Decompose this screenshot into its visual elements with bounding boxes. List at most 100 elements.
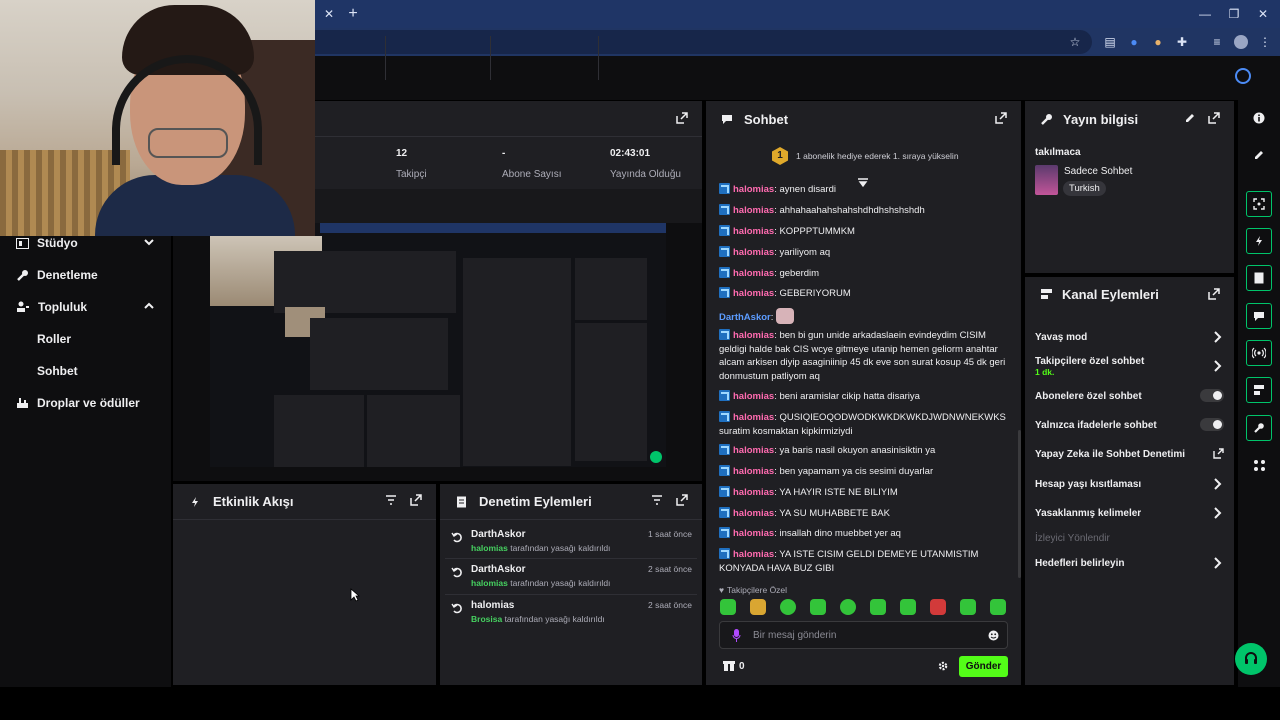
chevron-right-icon[interactable] bbox=[1212, 557, 1222, 569]
sidebar-item-roles[interactable]: Roller bbox=[37, 332, 71, 346]
emote-icon[interactable] bbox=[780, 599, 796, 615]
media-icon[interactable]: ≡ bbox=[1208, 33, 1226, 51]
chevron-up-icon[interactable] bbox=[143, 300, 155, 312]
log-target-name[interactable]: DarthAskor bbox=[471, 529, 525, 540]
sub-only-toggle[interactable] bbox=[1200, 389, 1224, 402]
popout-icon[interactable] bbox=[675, 111, 689, 125]
profile-avatar[interactable] bbox=[1232, 33, 1250, 51]
popout-icon[interactable] bbox=[675, 493, 689, 507]
emote-icon[interactable] bbox=[990, 599, 1006, 615]
rail-button-actions[interactable] bbox=[1246, 377, 1272, 403]
follower-only-row[interactable]: Takipçilere özel sohbet bbox=[1035, 356, 1144, 367]
rail-button-info[interactable] bbox=[1246, 415, 1272, 441]
extension-shield-icon[interactable]: ● bbox=[1125, 33, 1143, 51]
extension-icon[interactable]: ● bbox=[1149, 33, 1167, 51]
window-close-icon[interactable]: ✕ bbox=[1254, 5, 1272, 23]
popout-icon[interactable] bbox=[994, 111, 1008, 125]
category-name[interactable]: Sadece Sohbet bbox=[1064, 166, 1132, 177]
microphone-icon[interactable] bbox=[732, 629, 741, 642]
banned-words-row[interactable]: Yasaklanmış kelimeler bbox=[1035, 508, 1141, 519]
popout-icon[interactable] bbox=[409, 493, 423, 507]
emote-icon[interactable] bbox=[870, 599, 886, 615]
external-link-icon[interactable] bbox=[1213, 448, 1224, 459]
chat-username[interactable]: halomias bbox=[733, 226, 774, 237]
sidebar-item-drops[interactable]: Droplar ve ödüller bbox=[16, 396, 140, 410]
emote-icon[interactable] bbox=[840, 599, 856, 615]
chevron-right-icon[interactable] bbox=[1212, 331, 1222, 343]
browser-menu-icon[interactable]: ⋮ bbox=[1256, 33, 1274, 51]
rail-button-broadcast[interactable] bbox=[1246, 340, 1272, 366]
chat-username[interactable]: halomias bbox=[733, 205, 774, 216]
rail-button-activity[interactable] bbox=[1246, 228, 1272, 254]
emoji-icon[interactable] bbox=[988, 630, 999, 641]
emote-icon[interactable] bbox=[720, 599, 736, 615]
rail-button-capture[interactable] bbox=[1246, 191, 1272, 217]
chat-username[interactable]: halomias bbox=[733, 184, 774, 195]
emote-icon[interactable] bbox=[930, 599, 946, 615]
chat-input[interactable]: Bir mesaj gönderin bbox=[719, 621, 1008, 649]
translate-icon[interactable]: ▤ bbox=[1101, 33, 1119, 51]
popout-icon[interactable] bbox=[1207, 111, 1221, 125]
edit-pencil-icon[interactable] bbox=[1253, 149, 1265, 161]
minimize-icon[interactable]: — bbox=[1196, 5, 1214, 23]
rail-button-modlog[interactable] bbox=[1246, 265, 1272, 291]
chat-username[interactable]: halomias bbox=[733, 330, 774, 341]
chat-username[interactable]: halomias bbox=[733, 391, 774, 402]
log-actor-name[interactable]: halomias bbox=[471, 578, 508, 588]
extensions-puzzle-icon[interactable]: ✚ bbox=[1173, 33, 1191, 51]
sidebar-item-chat[interactable]: Sohbet bbox=[37, 364, 78, 378]
chevron-right-icon[interactable] bbox=[1212, 478, 1222, 490]
chevron-right-icon[interactable] bbox=[1212, 507, 1222, 519]
stream-tag[interactable]: Turkish bbox=[1063, 181, 1106, 196]
ai-moderation-row[interactable]: Yapay Zeka ile Sohbet Denetimi bbox=[1035, 449, 1185, 460]
sidebar-item-community[interactable]: Topluluk bbox=[16, 300, 87, 314]
category-thumbnail[interactable] bbox=[1035, 165, 1058, 195]
popout-icon[interactable] bbox=[1207, 287, 1221, 301]
log-target-name[interactable]: DarthAskor bbox=[471, 564, 525, 575]
filter-icon[interactable] bbox=[384, 493, 398, 507]
emote-icon[interactable] bbox=[960, 599, 976, 615]
account-age-row[interactable]: Hesap yaşı kısıtlaması bbox=[1035, 479, 1141, 490]
info-icon[interactable] bbox=[1253, 112, 1265, 124]
support-button[interactable] bbox=[1235, 643, 1267, 675]
new-tab-icon[interactable]: + bbox=[344, 5, 362, 23]
settings-gear-icon[interactable] bbox=[938, 661, 948, 671]
emote-icon[interactable] bbox=[900, 599, 916, 615]
chat-username[interactable]: halomias bbox=[733, 466, 774, 477]
chat-username[interactable]: halomias bbox=[733, 487, 774, 498]
emote-only-toggle[interactable] bbox=[1200, 418, 1224, 431]
chat-username[interactable]: halomias bbox=[733, 528, 774, 539]
chevron-right-icon[interactable] bbox=[1212, 360, 1222, 372]
chat-username[interactable]: halomias bbox=[733, 445, 774, 456]
chat-username[interactable]: DarthAskor bbox=[719, 312, 771, 323]
close-tab-icon[interactable]: ✕ bbox=[320, 5, 338, 23]
slow-mode-row[interactable]: Yavaş mod bbox=[1035, 332, 1087, 343]
chat-scrollbar[interactable] bbox=[1018, 430, 1021, 578]
bookmark-star-icon[interactable]: ☆ bbox=[1066, 33, 1084, 51]
app-logo-icon[interactable] bbox=[1235, 68, 1251, 84]
emote-icon[interactable] bbox=[810, 599, 826, 615]
edit-pencil-icon[interactable] bbox=[1183, 111, 1197, 125]
chevron-down-icon[interactable] bbox=[143, 236, 155, 248]
log-target-name[interactable]: halomias bbox=[471, 600, 514, 611]
more-widgets-icon[interactable] bbox=[1253, 459, 1266, 472]
filter-icon[interactable] bbox=[650, 493, 664, 507]
log-actor-name[interactable]: halomias bbox=[471, 543, 508, 553]
set-goals-row[interactable]: Hedefleri belirleyin bbox=[1035, 558, 1124, 569]
emote-icon[interactable] bbox=[750, 599, 766, 615]
chat-username[interactable]: halomias bbox=[733, 508, 774, 519]
chat-username[interactable]: halomias bbox=[733, 268, 774, 279]
restore-icon[interactable]: ❐ bbox=[1225, 5, 1243, 23]
chat-username[interactable]: halomias bbox=[733, 549, 774, 560]
send-button[interactable]: Gönder bbox=[959, 656, 1008, 677]
sidebar-item-moderation[interactable]: Denetleme bbox=[16, 268, 98, 282]
chat-username[interactable]: halomias bbox=[733, 412, 774, 423]
log-actor-name[interactable]: Brosisa bbox=[471, 614, 502, 624]
stream-preview[interactable] bbox=[210, 223, 666, 467]
rail-button-chat[interactable] bbox=[1246, 303, 1272, 329]
chat-username[interactable]: halomias bbox=[733, 288, 774, 299]
sidebar-item-studio[interactable]: Stüdyo bbox=[16, 236, 78, 250]
chat-username[interactable]: halomias bbox=[733, 247, 774, 258]
address-bar[interactable]: ☆ bbox=[300, 30, 1092, 54]
channel-points-icon[interactable] bbox=[723, 660, 735, 672]
